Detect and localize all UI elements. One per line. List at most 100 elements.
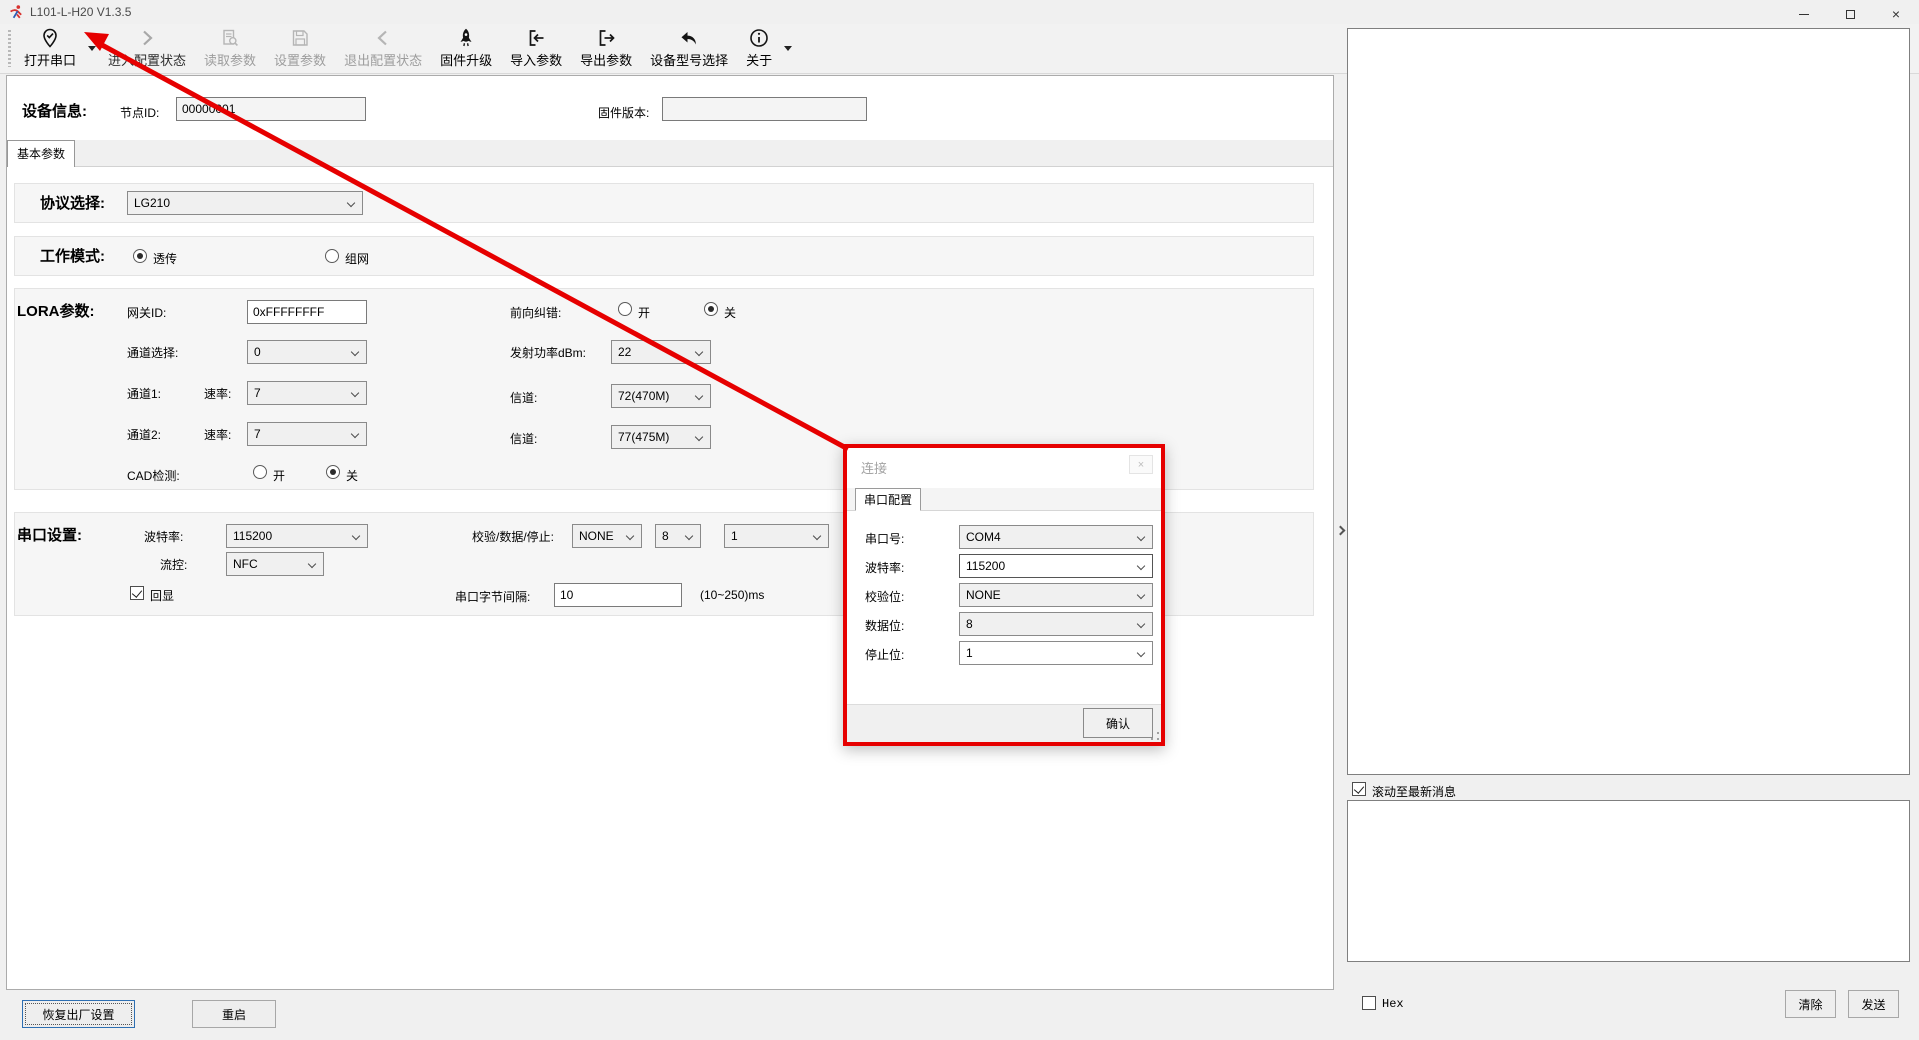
chevron-down-icon <box>695 348 703 356</box>
save-icon <box>290 27 310 49</box>
about-dropdown[interactable] <box>781 24 795 73</box>
tx-power-label: 发射功率dBm: <box>510 344 586 361</box>
dialog-resize-grip[interactable] <box>1151 732 1159 740</box>
toolbar-about-button[interactable]: 关于 <box>737 24 781 73</box>
fec-on-radio[interactable] <box>618 302 632 316</box>
tab-strip <box>7 140 1333 167</box>
channel1-label: 通道1: <box>127 385 161 402</box>
dialog-tab-serial-config[interactable]: 串口配置 <box>855 488 921 511</box>
toolbar-export-params-button[interactable]: 导出参数 <box>571 24 641 73</box>
dialog-stopbits-combo[interactable]: 1 <box>959 641 1153 665</box>
stopbits-combo[interactable]: 1 <box>724 524 829 548</box>
work-mode-network-radio[interactable] <box>325 249 339 263</box>
flow-control-value: NFC <box>233 557 258 571</box>
rate2-combo[interactable]: 7 <box>247 422 367 446</box>
chevron-down-icon <box>1137 649 1145 657</box>
dialog-databits-label: 数据位: <box>865 617 904 634</box>
splitter-collapse-icon[interactable] <box>1336 526 1346 536</box>
chevron-down-icon <box>695 392 703 400</box>
chan2-combo[interactable]: 77(475M) <box>611 425 711 449</box>
dialog-baud-combo[interactable]: 115200 <box>959 554 1153 578</box>
chevron-left-icon <box>373 27 393 49</box>
chan2-label: 信道: <box>510 430 537 447</box>
flow-control-label: 流控: <box>160 556 187 573</box>
clear-button[interactable]: 清除 <box>1785 990 1836 1018</box>
undo-arrow-icon <box>679 27 699 49</box>
echo-checkbox[interactable] <box>130 586 144 600</box>
toolbar-device-model-button[interactable]: 设备型号选择 <box>641 24 737 73</box>
toolbar-set-params-button[interactable]: 设置参数 <box>265 24 335 73</box>
factory-reset-button[interactable]: 恢复出厂设置 <box>22 1000 135 1028</box>
toolbar-label: 导出参数 <box>580 50 632 69</box>
dialog-port-combo[interactable]: COM4 <box>959 525 1153 549</box>
chevron-down-icon <box>347 199 355 207</box>
toolbar-grip[interactable] <box>8 30 11 67</box>
export-icon <box>596 27 616 49</box>
toolbar-enter-config-button[interactable]: 进入配置状态 <box>99 24 195 73</box>
chevron-down-icon <box>88 46 96 51</box>
chevron-down-icon <box>813 532 821 540</box>
cad-off-label: 关 <box>346 467 358 484</box>
dialog-baud-value: 115200 <box>966 559 1005 573</box>
toolbar-label: 关于 <box>746 50 772 69</box>
protocol-select[interactable]: LG210 <box>127 191 363 215</box>
send-button[interactable]: 发送 <box>1848 990 1899 1018</box>
firmware-version-field[interactable] <box>662 97 867 121</box>
work-mode-transparent-radio[interactable] <box>133 249 147 263</box>
databits-combo[interactable]: 8 <box>655 524 701 548</box>
scroll-latest-label: 滚动至最新消息 <box>1372 783 1456 800</box>
tab-basic-params[interactable]: 基本参数 <box>7 140 75 167</box>
dialog-stopbits-label: 停止位: <box>865 646 904 663</box>
dialog-databits-combo[interactable]: 8 <box>959 612 1153 636</box>
dialog-parity-combo[interactable]: NONE <box>959 583 1153 607</box>
byte-interval-field[interactable] <box>554 583 682 607</box>
hex-checkbox[interactable] <box>1362 996 1376 1010</box>
dialog-databits-value: 8 <box>966 617 973 631</box>
hex-label: Hex <box>1382 997 1404 1011</box>
toolbar-exit-config-button[interactable]: 退出配置状态 <box>335 24 431 73</box>
maximize-icon <box>1846 10 1855 19</box>
cad-off-radio[interactable] <box>326 465 340 479</box>
info-icon <box>749 27 769 49</box>
fec-off-radio[interactable] <box>704 302 718 316</box>
toolbar-read-params-button[interactable]: 读取参数 <box>195 24 265 73</box>
toolbar-firmware-upgrade-button[interactable]: 固件升级 <box>431 24 501 73</box>
channel-select-combo[interactable]: 0 <box>247 340 367 364</box>
chevron-down-icon <box>784 46 792 51</box>
restart-button[interactable]: 重启 <box>192 1000 276 1028</box>
chevron-down-icon <box>1137 533 1145 541</box>
channel2-label: 通道2: <box>127 426 161 443</box>
send-input-area[interactable] <box>1347 800 1910 962</box>
rate1-combo[interactable]: 7 <box>247 381 367 405</box>
baud-combo[interactable]: 115200 <box>226 524 368 548</box>
chan1-combo[interactable]: 72(470M) <box>611 384 711 408</box>
toolbar-open-serial-button[interactable]: 打开串口 <box>15 24 85 73</box>
toolbar-label: 设备型号选择 <box>650 50 728 69</box>
gateway-id-label: 网关ID: <box>127 304 166 321</box>
work-mode-network-label: 组网 <box>345 250 369 267</box>
scroll-latest-checkbox[interactable] <box>1352 782 1366 796</box>
message-log-area <box>1347 28 1910 775</box>
cad-on-radio[interactable] <box>253 465 267 479</box>
chevron-down-icon <box>695 433 703 441</box>
flow-control-combo[interactable]: NFC <box>226 552 324 576</box>
toolbar-label: 导入参数 <box>510 50 562 69</box>
parity-combo[interactable]: NONE <box>572 524 642 548</box>
parity-value: NONE <box>579 529 614 543</box>
dialog-port-value: COM4 <box>966 530 1001 544</box>
tx-power-combo[interactable]: 22 <box>611 340 711 364</box>
rate2-label: 速率: <box>204 426 231 443</box>
dialog-confirm-button[interactable]: 确认 <box>1083 708 1153 738</box>
gateway-id-field[interactable] <box>247 300 367 324</box>
device-info-label: 设备信息: <box>22 100 87 121</box>
chevron-down-icon <box>1137 620 1145 628</box>
chevron-down-icon <box>626 532 634 540</box>
chevron-down-icon <box>352 532 360 540</box>
open-serial-dropdown[interactable] <box>85 24 99 73</box>
toolbar-import-params-button[interactable]: 导入参数 <box>501 24 571 73</box>
dialog-baud-label: 波特率: <box>865 559 904 576</box>
toolbar-label: 打开串口 <box>24 50 76 69</box>
dialog-close-button[interactable]: × <box>1129 455 1153 474</box>
chevron-down-icon <box>1137 562 1145 570</box>
node-id-field[interactable] <box>176 97 366 121</box>
